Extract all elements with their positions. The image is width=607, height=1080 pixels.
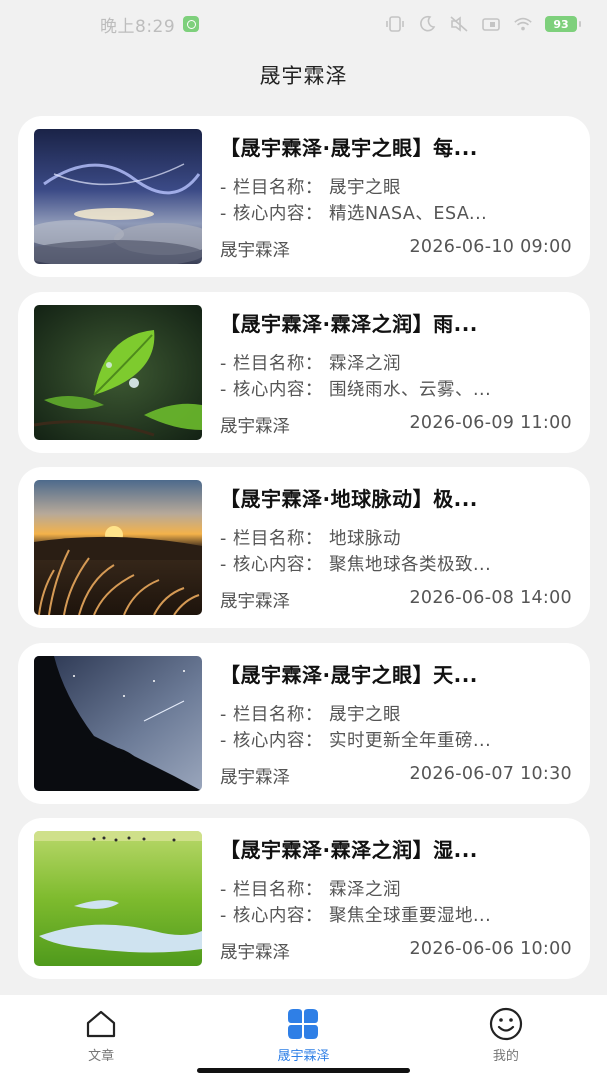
article-thumbnail-wetland [34,831,202,966]
status-time: 晚上8:29 [100,16,176,37]
home-indicator[interactable] [197,1068,410,1073]
article-card[interactable]: 【晟宇霖泽·晟宇之眼】天... - 栏目名称： 晟宇之眼 - 核心内容： 实时更… [18,642,590,804]
mute-icon [449,15,469,33]
article-list: 【晟宇霖泽·晟宇之眼】每... - 栏目名称： 晟宇之眼 - 核心内容： 精选N… [18,116,590,994]
wechat-notification-icon [183,16,200,32]
battery-icon: 93 [545,16,581,32]
article-date: 2026-06-10 09:00 [409,237,572,257]
article-author: 晟宇霖泽 [220,592,290,612]
article-summary: - 核心内容： 聚焦全球重要湿地... [220,906,492,926]
article-thumbnail-night-sky [34,655,202,791]
article-column: - 栏目名称： 晟宇之眼 [220,178,401,198]
article-date: 2026-06-09 11:00 [409,412,572,433]
article-thumbnail-galaxy [34,129,202,264]
article-author: 晟宇霖泽 [220,416,290,437]
article-date: 2026-06-07 10:30 [409,763,572,784]
article-author: 晟宇霖泽 [220,943,290,963]
status-right: 93 [385,15,581,33]
status-left: 晚上8:29 [100,12,200,37]
article-title: 【晟宇霖泽·晟宇之眼】天... [220,662,478,687]
nav-item-mine[interactable]: 我的 [405,995,607,1080]
article-thumbnail-sunset [34,480,202,615]
home-icon [84,1007,118,1041]
battery-level: 93 [545,16,577,32]
smile-icon [489,1007,523,1041]
article-title: 【晟宇霖泽·晟宇之眼】每... [220,136,478,160]
article-thumbnail-leaf [34,304,202,440]
clover-icon [286,1007,320,1041]
article-column: - 栏目名称： 地球脉动 [220,529,401,549]
article-card[interactable]: 【晟宇霖泽·霖泽之润】雨... - 栏目名称： 霖泽之润 - 核心内容： 围绕雨… [18,291,590,453]
article-title: 【晟宇霖泽·霖泽之润】雨... [220,311,478,336]
article-author: 晟宇霖泽 [220,241,290,261]
header: 晟宇霖泽 [0,52,607,98]
moon-icon [417,15,437,33]
article-card[interactable]: 【晟宇霖泽·晟宇之眼】每... - 栏目名称： 晟宇之眼 - 核心内容： 精选N… [18,116,590,277]
article-column: - 栏目名称： 霖泽之润 [220,353,401,374]
article-column: - 栏目名称： 晟宇之眼 [220,704,401,725]
wifi-icon [513,15,533,33]
article-date: 2026-06-08 14:00 [409,588,572,608]
status-bar: 晚上8:29 93 [0,0,607,52]
article-summary: - 核心内容： 精选NASA、ESA... [220,204,488,224]
article-author: 晟宇霖泽 [220,767,290,788]
article-column: - 栏目名称： 霖泽之润 [220,880,401,900]
article-title: 【晟宇霖泽·地球脉动】极... [220,487,478,511]
vibrate-icon [385,15,405,33]
nav-label-mine: 我的 [492,1049,519,1064]
nav-label-home: 晟宇霖泽 [277,1049,330,1064]
sim-icon [481,15,501,33]
article-date: 2026-06-06 10:00 [409,939,572,959]
nav-item-articles[interactable]: 文章 [0,995,202,1080]
page-title: 晟宇霖泽 [259,64,348,88]
nav-label-articles: 文章 [88,1049,115,1064]
article-card[interactable]: 【晟宇霖泽·霖泽之润】湿... - 栏目名称： 霖泽之润 - 核心内容： 聚焦全… [18,818,590,979]
article-summary: - 核心内容： 围绕雨水、云雾、... [220,379,492,400]
article-title: 【晟宇霖泽·霖泽之润】湿... [220,838,478,862]
article-summary: - 核心内容： 实时更新全年重磅... [220,730,492,751]
article-card[interactable]: 【晟宇霖泽·地球脉动】极... - 栏目名称： 地球脉动 - 核心内容： 聚焦地… [18,467,590,628]
article-summary: - 核心内容： 聚焦地球各类极致... [220,555,492,575]
